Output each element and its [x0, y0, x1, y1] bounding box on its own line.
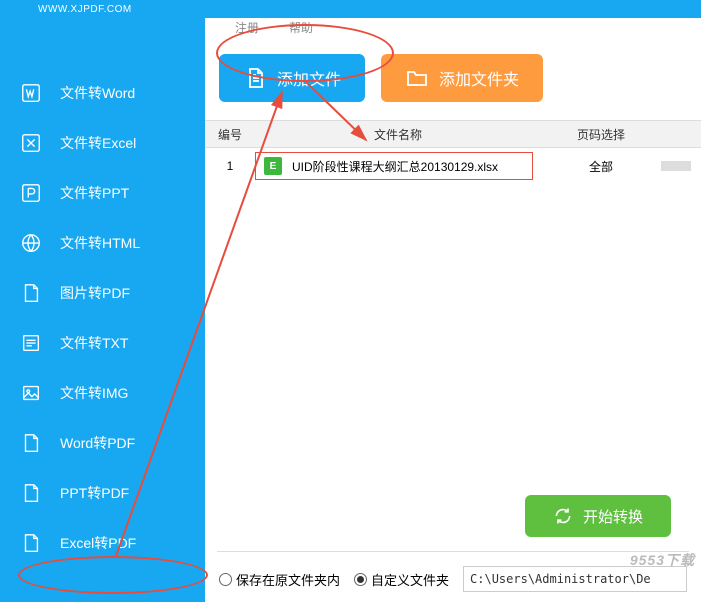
txt-icon [20, 332, 42, 354]
table-row[interactable]: 1 E UID阶段性课程大纲汇总20130129.xlsx 全部 [205, 148, 701, 184]
word-icon [20, 82, 42, 104]
excel-file-icon: E [264, 157, 282, 175]
sidebar-item-img[interactable]: 文件转IMG [0, 368, 205, 418]
sidebar-item-txt[interactable]: 文件转TXT [0, 318, 205, 368]
save-custom-label: 自定义文件夹 [371, 570, 449, 589]
sidebar-item-label: 图片转PDF [60, 283, 130, 303]
help-link[interactable]: 帮助 [289, 19, 313, 36]
sidebar-item-html[interactable]: 文件转HTML [0, 218, 205, 268]
sidebar-item-label: 文件转PPT [60, 183, 129, 203]
watermark: 9553下载 [630, 550, 695, 570]
row-number: 1 [205, 159, 255, 173]
globe-icon [20, 232, 42, 254]
start-convert-button[interactable]: 开始转换 [525, 495, 671, 537]
save-custom-radio[interactable]: 自定义文件夹 [354, 570, 449, 589]
col-page: 页码选择 [541, 126, 661, 143]
excel-icon [20, 132, 42, 154]
sidebar-item-ppt2pdf[interactable]: PPT转PDF [0, 468, 205, 518]
sidebar-item-word2pdf[interactable]: Word转PDF [0, 418, 205, 468]
sidebar-item-word[interactable]: 文件转Word [0, 68, 205, 118]
folder-icon [405, 66, 429, 90]
row-page[interactable]: 全部 [541, 158, 661, 175]
radio-icon [219, 573, 232, 586]
save-inplace-label: 保存在原文件夹内 [236, 570, 340, 589]
sidebar-item-label: 文件转Excel [60, 133, 136, 153]
progress-bar [661, 161, 691, 171]
sidebar-item-excel[interactable]: 文件转Excel [0, 118, 205, 168]
register-link[interactable]: 注册 [235, 19, 259, 36]
ppt-icon [20, 182, 42, 204]
file-table: 编号 文件名称 页码选择 1 E UID阶段性课程大纲汇总20130129.xl… [205, 120, 701, 485]
pdf-icon [20, 432, 42, 454]
image-icon [20, 382, 42, 404]
sidebar-item-label: Word转PDF [60, 433, 135, 453]
sidebar-item-label: PPT转PDF [60, 483, 129, 503]
pdf-icon [20, 282, 42, 304]
sidebar-item-excel2pdf[interactable]: Excel转PDF [0, 518, 205, 568]
add-folder-button[interactable]: 添加文件夹 [381, 54, 543, 102]
site-url: WWW.XJPDF.COM [38, 4, 132, 15]
sidebar-item-label: 文件转HTML [60, 233, 140, 253]
add-file-button[interactable]: 添加文件 [219, 54, 365, 102]
filename-text: UID阶段性课程大纲汇总20130129.xlsx [292, 158, 498, 175]
radio-icon [354, 573, 367, 586]
save-inplace-radio[interactable]: 保存在原文件夹内 [219, 570, 340, 589]
sidebar-item-label: 文件转IMG [60, 383, 128, 403]
sidebar-item-label: 文件转Word [60, 83, 135, 103]
sidebar-item-label: 文件转TXT [60, 333, 128, 353]
start-convert-label: 开始转换 [583, 506, 643, 527]
refresh-icon [553, 506, 573, 526]
sidebar-item-img2pdf[interactable]: 图片转PDF [0, 268, 205, 318]
add-folder-label: 添加文件夹 [439, 66, 519, 90]
sidebar: 文件转Word 文件转Excel 文件转PPT 文件转HTML 图片转PDF 文… [0, 18, 205, 602]
col-filename: 文件名称 [255, 126, 541, 143]
sidebar-item-ppt[interactable]: 文件转PPT [0, 168, 205, 218]
col-number: 编号 [205, 126, 255, 143]
pdf-icon [20, 482, 42, 504]
pdf-icon [20, 532, 42, 554]
sidebar-item-label: Excel转PDF [60, 533, 136, 553]
row-filename: E UID阶段性课程大纲汇总20130129.xlsx [255, 152, 533, 180]
file-icon [243, 66, 267, 90]
add-file-label: 添加文件 [277, 66, 341, 90]
